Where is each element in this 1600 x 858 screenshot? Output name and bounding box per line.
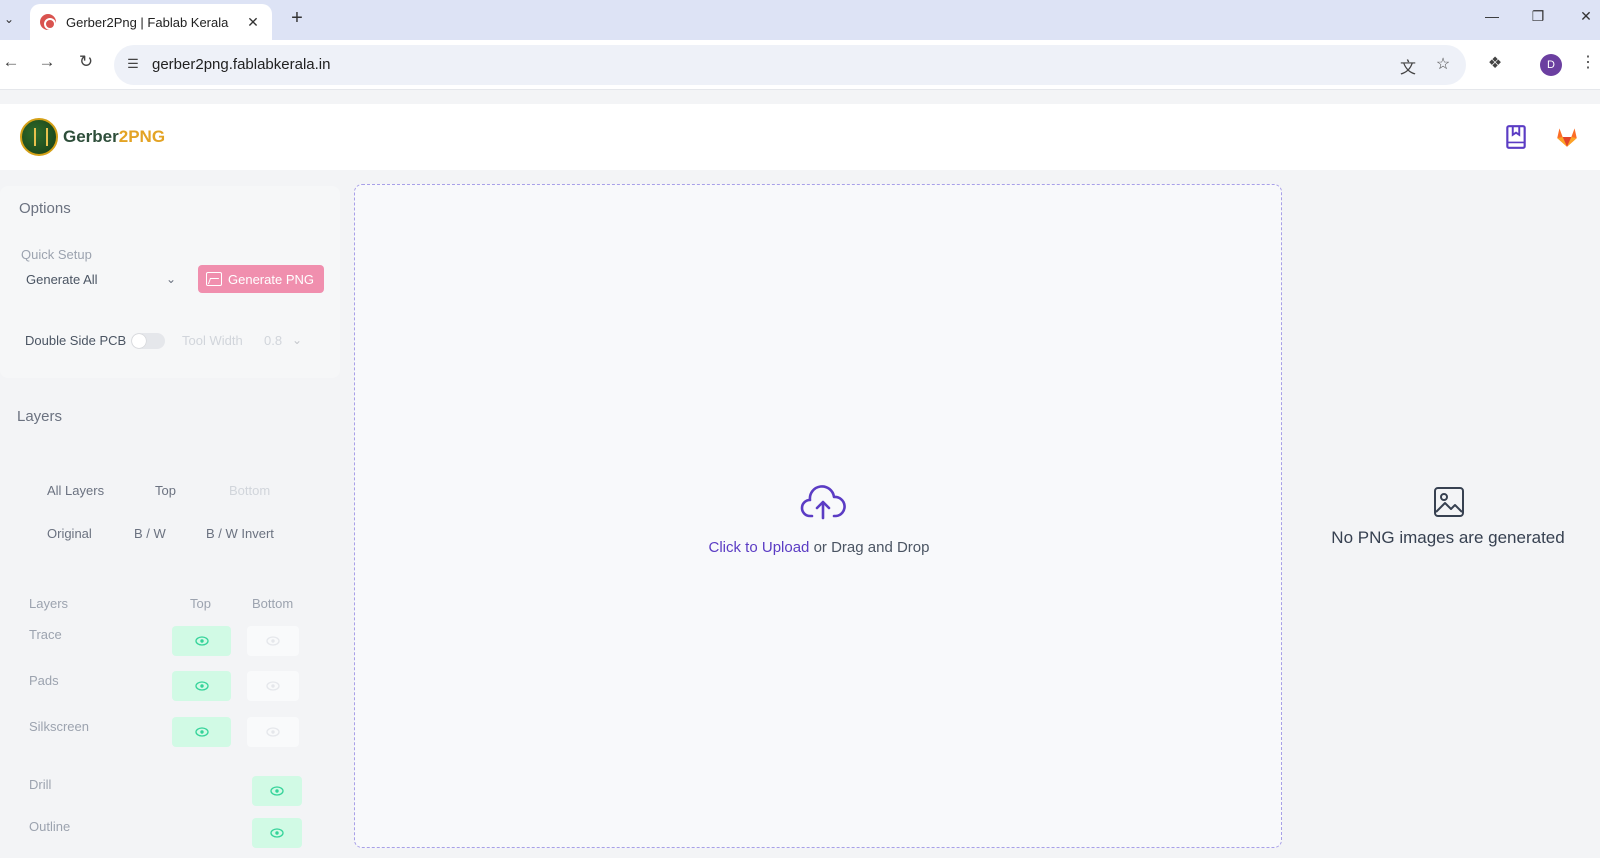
brand-name[interactable]: Gerber2PNG — [63, 127, 165, 147]
silkscreen-top-eye-button[interactable] — [172, 717, 231, 747]
quick-setup-select[interactable]: Generate All ⌄ — [20, 264, 182, 294]
click-to-upload-link[interactable]: Click to Upload — [709, 539, 810, 556]
eye-icon — [194, 636, 209, 646]
tab-search-icon[interactable]: ⌄ — [0, 8, 18, 30]
bookmark-star-icon[interactable]: ☆ — [1432, 54, 1454, 76]
docs-book-icon[interactable] — [1503, 124, 1529, 150]
outline-eye-button[interactable] — [252, 818, 302, 848]
silkscreen-bottom-eye-button[interactable] — [247, 717, 299, 747]
eye-icon — [266, 681, 280, 691]
profile-avatar[interactable]: D — [1540, 54, 1562, 76]
reload-icon[interactable]: ↻ — [75, 52, 97, 72]
browser-tab-bar: ⌄ Gerber2Png | Fablab Kerala ✕ + — ❐ ✕ — [0, 0, 1600, 40]
minimize-icon[interactable]: — — [1482, 8, 1502, 24]
chevron-down-icon: ⌄ — [165, 272, 176, 286]
drag-drop-text: or Drag and Drop — [809, 539, 930, 556]
generate-png-button[interactable]: Generate PNG — [198, 265, 324, 293]
eye-icon — [270, 828, 284, 838]
extensions-icon[interactable]: ❖ — [1484, 53, 1506, 75]
close-tab-icon[interactable]: ✕ — [244, 14, 262, 31]
tool-width-select[interactable]: 0.8 — [264, 333, 282, 348]
browser-menu-icon[interactable]: ⋮ — [1580, 52, 1596, 72]
eye-icon — [266, 727, 280, 737]
layer-name-drill: Drill — [29, 777, 52, 792]
layer-name-silkscreen: Silkscreen — [29, 719, 89, 734]
drill-eye-button[interactable] — [252, 776, 302, 806]
eye-icon — [270, 786, 284, 796]
gitlab-icon[interactable] — [1554, 124, 1580, 150]
browser-tab[interactable]: Gerber2Png | Fablab Kerala ✕ — [30, 4, 272, 40]
top-column-header: Top — [190, 596, 211, 611]
brand-accent: PNG — [128, 127, 166, 146]
site-info-icon[interactable]: ☰ — [124, 56, 142, 74]
tool-width-chevron-icon: ⌄ — [292, 333, 303, 347]
close-window-icon[interactable]: ✕ — [1576, 8, 1596, 25]
translate-icon[interactable]: 文 — [1397, 54, 1419, 77]
eye-icon — [194, 681, 209, 691]
eye-icon — [266, 636, 280, 646]
new-tab-icon[interactable]: + — [286, 7, 308, 30]
brand-main: Gerber — [63, 127, 119, 146]
pads-top-eye-button[interactable] — [172, 671, 231, 701]
bottom-column-header: Bottom — [252, 596, 294, 611]
forward-icon[interactable]: → — [36, 52, 58, 72]
generate-png-label: Generate PNG — [228, 271, 314, 287]
layer-name-trace: Trace — [29, 627, 62, 642]
trace-top-eye-button[interactable] — [172, 626, 231, 656]
tab-bw[interactable]: B / W — [134, 526, 166, 541]
layers-title: Layers — [17, 408, 63, 425]
trace-bottom-eye-button[interactable] — [247, 626, 299, 656]
tab-bw-invert[interactable]: B / W Invert — [206, 526, 274, 541]
app-header: Gerber2PNG — [0, 104, 1600, 170]
restore-icon[interactable]: ❐ — [1528, 8, 1548, 25]
double-side-toggle[interactable] — [131, 333, 165, 349]
double-side-label: Double Side PCB — [25, 333, 127, 348]
pads-bottom-eye-button[interactable] — [247, 671, 299, 701]
upload-prompt: Click to Upload or Drag and Drop — [355, 539, 1283, 556]
url-text: gerber2png.fablabkerala.in — [152, 56, 331, 73]
layers-column-header: Layers — [29, 596, 69, 611]
tab-original[interactable]: Original — [47, 526, 92, 541]
image-icon — [206, 272, 222, 286]
image-placeholder-icon — [1434, 487, 1464, 517]
layer-tabs: All Layers Top Bottom Original B / W B /… — [30, 462, 298, 552]
options-title: Options — [19, 200, 71, 217]
eye-icon — [194, 727, 209, 737]
tab-top[interactable]: Top — [155, 483, 176, 498]
quick-setup-value: Generate All — [26, 271, 98, 287]
layer-name-pads: Pads — [29, 673, 59, 688]
tab-bottom[interactable]: Bottom — [229, 483, 270, 498]
tab-all-layers[interactable]: All Layers — [47, 483, 104, 498]
back-icon[interactable]: ← — [0, 52, 22, 72]
favicon-icon — [40, 14, 56, 30]
no-png-message: No PNG images are generated — [1331, 528, 1565, 547]
address-bar: ← → ↻ ☰ gerber2png.fablabkerala.in 文 ☆ ❖… — [0, 40, 1600, 90]
layer-name-outline: Outline — [29, 819, 71, 834]
brand-num: 2 — [118, 127, 129, 146]
quick-setup-label: Quick Setup — [21, 247, 92, 262]
tab-title: Gerber2Png | Fablab Kerala — [66, 14, 229, 30]
cloud-upload-icon — [800, 485, 846, 520]
omnibox[interactable]: ☰ gerber2png.fablabkerala.in 文 ☆ — [114, 45, 1466, 85]
tool-width-label: Tool Width — [182, 333, 243, 348]
upload-dropzone[interactable]: Click to Upload or Drag and Drop — [354, 184, 1282, 848]
logo-icon[interactable] — [20, 118, 58, 156]
